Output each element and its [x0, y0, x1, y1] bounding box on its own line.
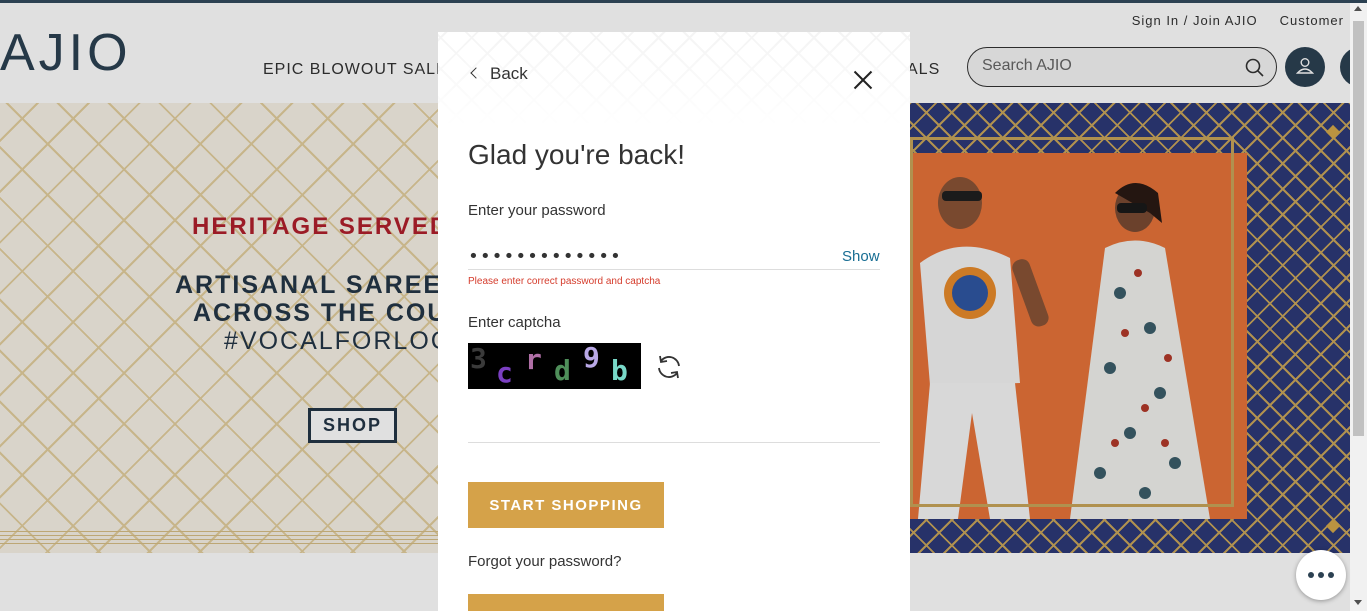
password-label: Enter your password: [468, 202, 606, 219]
chat-float-button[interactable]: [1296, 550, 1346, 600]
forgot-password-link[interactable]: Forgot your password?: [468, 553, 621, 570]
show-password-toggle[interactable]: Show: [842, 248, 880, 265]
refresh-captcha-icon[interactable]: [654, 352, 684, 382]
start-shopping-button[interactable]: START SHOPPING: [468, 482, 664, 528]
page-scrollbar[interactable]: [1350, 3, 1367, 611]
captcha-char: d: [554, 354, 571, 387]
error-message: Please enter correct password and captch…: [468, 276, 661, 287]
captcha-char: c: [496, 356, 513, 389]
captcha-label: Enter captcha: [468, 314, 561, 331]
password-field[interactable]: [468, 243, 880, 270]
scroll-down-arrow-icon[interactable]: [1354, 600, 1362, 605]
login-modal: Back Glad you're back! Enter your passwo…: [438, 32, 910, 611]
close-icon[interactable]: [852, 70, 874, 92]
secondary-action-button[interactable]: [468, 594, 664, 611]
back-label: Back: [490, 64, 528, 83]
scroll-up-arrow-icon[interactable]: [1354, 6, 1362, 11]
divider: [468, 442, 880, 443]
captcha-image: 3 c r d 9 b: [468, 343, 641, 389]
more-dots-icon: [1308, 572, 1334, 578]
modal-title: Glad you're back!: [468, 139, 686, 170]
captcha-char: r: [525, 343, 542, 376]
captcha-char: b: [611, 354, 628, 387]
captcha-char: 3: [470, 343, 487, 375]
scrollbar-thumb[interactable]: [1353, 21, 1364, 436]
captcha-char: 9: [583, 343, 600, 374]
